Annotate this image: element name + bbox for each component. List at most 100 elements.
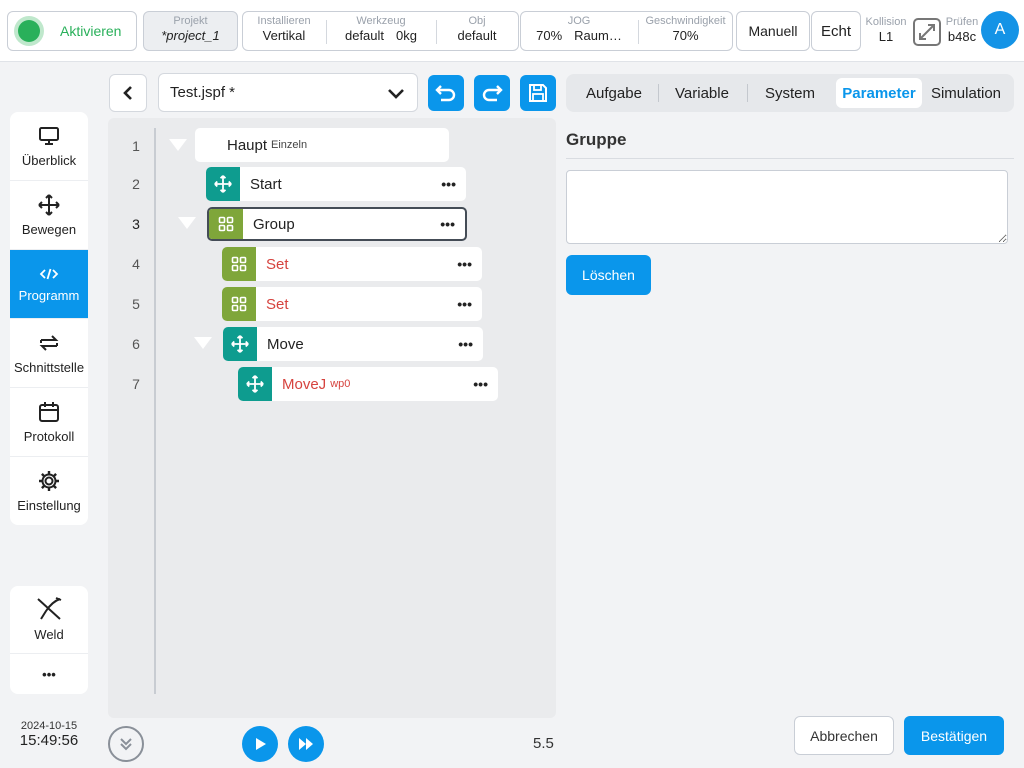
- tab-label: Variable: [675, 84, 729, 102]
- chevron-left-icon: [123, 86, 132, 100]
- node-more-icon[interactable]: •••: [440, 216, 455, 232]
- speed-selector[interactable]: Geschwindigkeit 70%: [639, 12, 732, 50]
- collision-indicator[interactable]: Kollision L1: [863, 13, 909, 51]
- node-label: MoveJ: [282, 375, 327, 393]
- scroll-down-button[interactable]: [108, 726, 144, 762]
- cancel-button[interactable]: Abbrechen: [794, 716, 894, 755]
- tab-parameter[interactable]: Parameter: [836, 78, 922, 108]
- redo-button[interactable]: [474, 75, 510, 111]
- sidebar-item-label: Überblick: [21, 152, 77, 168]
- activate-label: Aktivieren: [60, 23, 122, 39]
- clock-time: 15:49:56: [19, 732, 79, 749]
- tab-system[interactable]: System: [752, 78, 828, 108]
- tree-node-group[interactable]: Group •••: [207, 207, 467, 241]
- tab-label: Simulation: [930, 84, 1002, 102]
- obj-selector[interactable]: Obj default: [437, 12, 517, 50]
- section-title: Gruppe: [566, 130, 627, 149]
- collapse-toggle-icon[interactable]: [178, 217, 196, 229]
- move-node-icon: [223, 327, 257, 361]
- line-number: 5: [132, 296, 140, 312]
- expand-icon[interactable]: [912, 17, 942, 47]
- sidebar-item-label: Bewegen: [21, 221, 77, 237]
- node-more-icon[interactable]: •••: [457, 256, 472, 272]
- line-number: 4: [132, 256, 140, 272]
- tab-task[interactable]: Aufgabe: [574, 78, 654, 108]
- sidebar-item-move[interactable]: Bewegen: [10, 181, 88, 250]
- node-sublabel: Einzeln: [271, 139, 308, 151]
- tool-selector[interactable]: Werkzeug default 0kg: [327, 12, 435, 50]
- mode-button[interactable]: Manuell: [736, 11, 810, 51]
- sidebar-item-settings[interactable]: Einstellung: [10, 457, 88, 525]
- tab-simulation[interactable]: Simulation: [926, 78, 1006, 108]
- check-label: Prüfen: [945, 16, 979, 28]
- jog-value: 70%: [536, 28, 563, 43]
- tree-node-main[interactable]: Haupt Einzeln: [195, 128, 449, 162]
- line-number: 3: [132, 216, 140, 232]
- speed-label: Geschwindigkeit: [645, 15, 726, 27]
- sidebar-item-interface[interactable]: Schnittstelle: [10, 319, 88, 388]
- install-selector[interactable]: Installieren Vertikal: [243, 12, 325, 50]
- line-number: 2: [132, 176, 140, 192]
- tab-variable[interactable]: Variable: [662, 78, 742, 108]
- real-sim-toggle[interactable]: Echt: [811, 11, 861, 51]
- delete-button[interactable]: Löschen: [566, 255, 651, 295]
- tree-node-set[interactable]: Set •••: [222, 247, 482, 281]
- collapse-toggle-icon[interactable]: [194, 337, 212, 349]
- group-comment-input[interactable]: [566, 170, 1008, 244]
- node-more-icon[interactable]: •••: [457, 296, 472, 312]
- tree-node-start[interactable]: Start •••: [206, 167, 466, 201]
- line-number: 7: [132, 376, 140, 392]
- node-more-icon[interactable]: •••: [458, 336, 473, 352]
- sidebar-item-label: Einstellung: [17, 498, 81, 513]
- move-arrows-icon: [38, 193, 60, 216]
- node-label: Set: [266, 255, 289, 273]
- swap-icon: [39, 334, 59, 351]
- check-value: b48c: [947, 29, 977, 44]
- sidebar-more-button[interactable]: •••: [10, 654, 88, 694]
- avatar[interactable]: A: [981, 11, 1019, 49]
- tree-node-move[interactable]: Move •••: [223, 327, 483, 361]
- sidebar-item-program[interactable]: Programm: [10, 250, 88, 319]
- collision-value: L1: [878, 29, 894, 44]
- jog-selector[interactable]: JOG 70% Raum…: [521, 12, 637, 50]
- section-divider: [566, 158, 1014, 159]
- sidebar-item-log[interactable]: Protokoll: [10, 388, 88, 457]
- line-number: 1: [132, 138, 140, 154]
- fast-forward-icon: [299, 738, 313, 750]
- monitor-icon: [39, 126, 59, 145]
- save-button[interactable]: [520, 75, 556, 111]
- more-icon: •••: [42, 666, 56, 682]
- redo-icon: [482, 85, 503, 102]
- collapse-toggle-icon[interactable]: [169, 139, 187, 151]
- activate-button[interactable]: Aktivieren: [7, 11, 137, 51]
- check-indicator[interactable]: Prüfen b48c: [942, 13, 982, 51]
- group-node-icon: [222, 287, 256, 321]
- node-more-icon[interactable]: •••: [473, 376, 488, 392]
- node-label: Group: [253, 215, 295, 233]
- step-forward-button[interactable]: [288, 726, 324, 762]
- file-selector[interactable]: Test.jspf *: [158, 73, 418, 112]
- speed-value: 70%: [672, 28, 699, 43]
- install-label: Installieren: [257, 15, 311, 27]
- group-node-icon: [222, 247, 256, 281]
- confirm-button[interactable]: Bestätigen: [904, 716, 1004, 755]
- calendar-icon: [39, 401, 59, 422]
- sidebar-item-weld[interactable]: Weld: [10, 586, 88, 654]
- file-name: Test.jspf *: [170, 84, 236, 101]
- program-tree[interactable]: 1 Haupt Einzeln 2 Start ••• 3 Group ••• …: [108, 118, 556, 718]
- sidebar-nav: Überblick Bewegen Programm Schnittstelle…: [10, 112, 88, 525]
- sidebar-item-overview[interactable]: Überblick: [10, 112, 88, 181]
- node-more-icon[interactable]: •••: [441, 176, 456, 192]
- tree-node-set[interactable]: Set •••: [222, 287, 482, 321]
- play-button[interactable]: [242, 726, 278, 762]
- install-value: Vertikal: [262, 28, 306, 43]
- obj-label: Obj: [468, 15, 486, 27]
- project-selector[interactable]: Projekt *project_1: [143, 11, 238, 51]
- undo-button[interactable]: [428, 75, 464, 111]
- play-icon: [256, 738, 266, 750]
- tree-node-movej[interactable]: MoveJ wp0 •••: [238, 367, 498, 401]
- back-button[interactable]: [109, 74, 147, 112]
- top-bar: Aktivieren Projekt *project_1 Installier…: [0, 0, 1024, 62]
- tool-label: Werkzeug: [356, 15, 406, 27]
- code-icon: [39, 268, 59, 279]
